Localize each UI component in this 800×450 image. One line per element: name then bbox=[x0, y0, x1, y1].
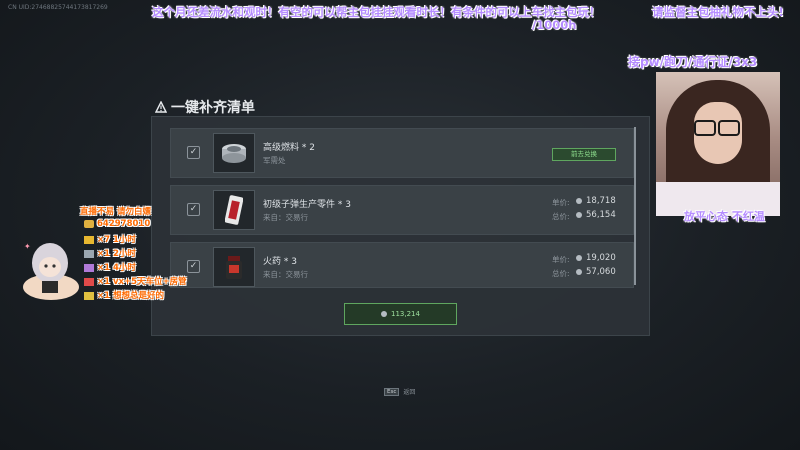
cam-caption-bottom: 放平心态 不红温 bbox=[684, 210, 765, 223]
item-checkbox[interactable]: ✓ bbox=[187, 146, 200, 159]
coin-icon bbox=[576, 212, 582, 218]
plane-icon bbox=[84, 249, 94, 258]
total-cost: 113,214 bbox=[391, 310, 420, 318]
bullet-parts-icon bbox=[213, 190, 255, 230]
list-item: ✓ 初级子弹生产零件 * 3 来自：交易行 单价: 18,718 总价: 56,… bbox=[170, 185, 634, 235]
anime-avatar-icon: ✦ bbox=[23, 242, 79, 300]
gift-line: ×1 想想总是好的 bbox=[84, 289, 164, 301]
dialog-header: 一键补齐清单 bbox=[155, 97, 255, 117]
esc-key-hint: Esc bbox=[384, 387, 400, 396]
gift-line: ×1 4小时 bbox=[84, 261, 136, 273]
list-item: ✓ 火药 * 3 来自：交易行 单价: 19,020 总价: 57,060 bbox=[170, 242, 634, 288]
back-label: 返回 bbox=[403, 389, 416, 396]
list-item: ✓ 高级燃料 * 2 军需处 前去兑换 bbox=[170, 128, 634, 178]
warning-icon bbox=[155, 101, 167, 113]
gift-id: 642978010 bbox=[84, 219, 150, 229]
cam-caption-top: 接pw/跑刀/通行证/3x3 bbox=[628, 55, 758, 69]
item-source: 军需处 bbox=[263, 156, 286, 165]
exchange-button[interactable]: 前去兑换 bbox=[552, 148, 616, 161]
gold-bar-icon bbox=[84, 235, 94, 244]
coin-icon bbox=[381, 311, 388, 317]
fuel-canister-icon bbox=[213, 133, 255, 173]
item-name: 火药 * 3 bbox=[263, 257, 297, 267]
gunpowder-jar-icon bbox=[213, 247, 255, 287]
unit-price: 18,718 bbox=[576, 196, 616, 206]
total-price-label: 总价: bbox=[552, 212, 570, 221]
unit-price: 19,020 bbox=[576, 253, 616, 263]
list-scrollbar[interactable] bbox=[634, 127, 636, 285]
coin-icon bbox=[576, 269, 582, 275]
stream-banner-right: 请监督主包抽礼物不上头! bbox=[652, 5, 784, 19]
item-name: 高级燃料 * 2 bbox=[263, 143, 315, 153]
purchase-all-button[interactable]: 113,214 bbox=[344, 303, 457, 325]
stream-banner-main-cont: /1000h bbox=[532, 18, 577, 32]
item-source: 来自：交易行 bbox=[263, 213, 308, 222]
item-checkbox[interactable]: ✓ bbox=[187, 203, 200, 216]
star-icon bbox=[84, 291, 94, 300]
ship-icon bbox=[84, 263, 94, 272]
item-source: 来自：交易行 bbox=[263, 270, 308, 279]
item-checkbox[interactable]: ✓ bbox=[187, 260, 200, 273]
coin-icon bbox=[576, 198, 582, 204]
uid-label: CN UID:27468825744173817269 bbox=[8, 4, 108, 11]
gift-line: ×7 1小时 bbox=[84, 233, 136, 245]
dialog-title: 一键补齐清单 bbox=[171, 100, 255, 116]
unit-price-label: 单价: bbox=[552, 255, 570, 264]
coin-icon bbox=[576, 255, 582, 261]
gift-header: 直播不易 请勿白嫖 bbox=[80, 207, 151, 217]
webcam-overlay bbox=[656, 72, 780, 216]
coin-stack-icon bbox=[84, 219, 94, 228]
unit-price-label: 单价: bbox=[552, 198, 570, 207]
total-price-label: 总价: bbox=[552, 269, 570, 278]
rocket-icon bbox=[84, 277, 94, 286]
total-price: 57,060 bbox=[576, 267, 616, 277]
gift-line: ×1 vx+5天车位+房管 bbox=[84, 275, 187, 287]
back-button[interactable]: Esc 返回 bbox=[384, 387, 415, 396]
svg-text:✦: ✦ bbox=[24, 242, 31, 251]
item-name: 初级子弹生产零件 * 3 bbox=[263, 200, 351, 210]
gift-line: ×1 2小时 bbox=[84, 247, 136, 259]
total-price: 56,154 bbox=[576, 210, 616, 220]
